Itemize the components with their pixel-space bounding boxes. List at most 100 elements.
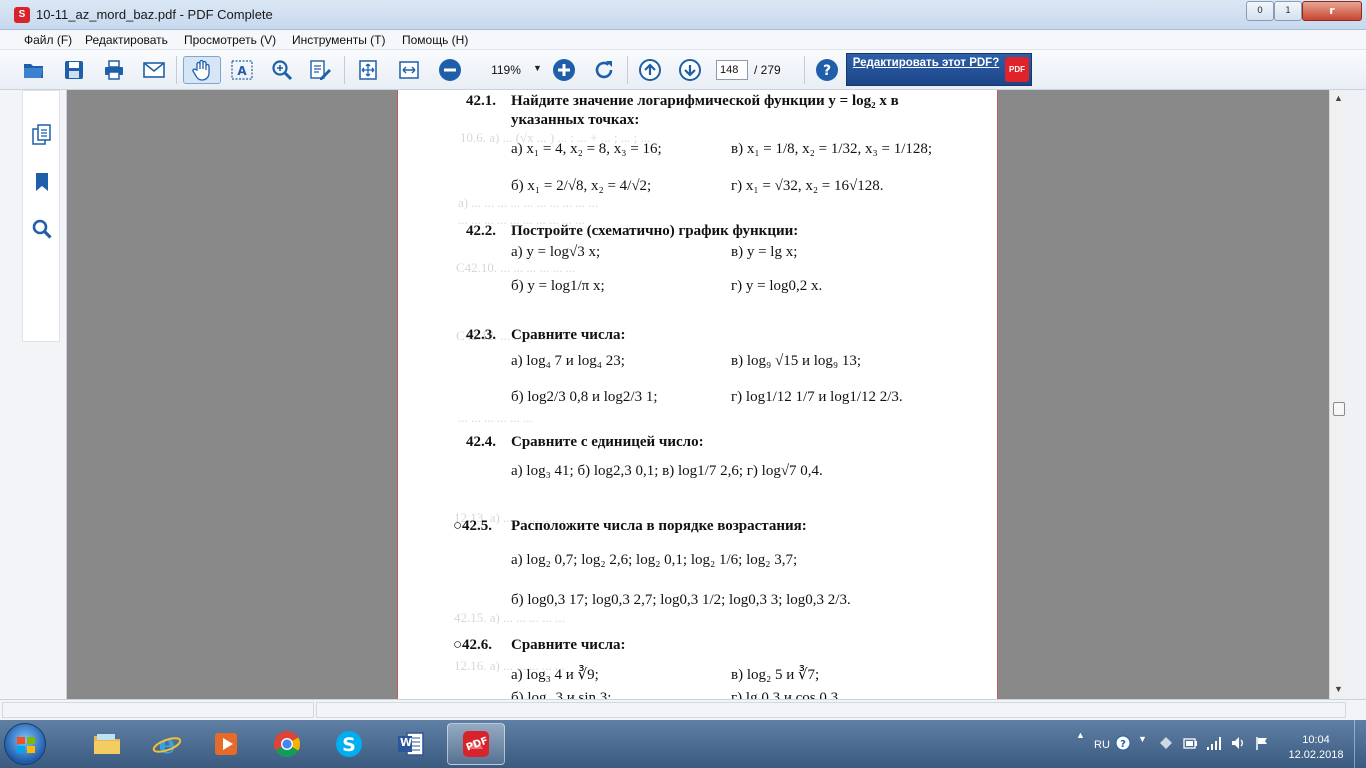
exercise-number: 42.4. [466,434,496,450]
svg-text:?: ? [1120,739,1126,750]
next-page-icon[interactable] [676,56,704,84]
exercise-number: ○42.5. [453,518,493,534]
document-viewport[interactable]: 10.6. а) ... (√x ... ) ... : ... + ... ;… [67,90,1329,699]
problem-a: а) log₄ 7 и log₄ 23; [511,353,625,369]
notification-flag-icon[interactable] [1254,735,1270,754]
problem-g: г) y = log0,2 x. [731,278,823,294]
menu-tools[interactable]: Инструменты (T) [292,33,385,47]
left-sidebar [0,90,67,699]
tray-dropdown-icon[interactable]: ▼ [1138,734,1147,744]
menu-help[interactable]: Помощь (H) [402,33,468,47]
zoom-out-icon[interactable] [436,56,464,84]
skype-icon: S [336,731,362,757]
rotate-icon[interactable] [590,56,618,84]
problem-b: б) x₁ = 2/√8, x₂ = 4/√2; [511,178,652,194]
network-signal-icon[interactable] [1206,735,1222,754]
status-bar [0,699,1366,720]
exercise-title: Расположите числа в порядке возрастания: [511,518,807,534]
problem-b: б) log2/3 0,8 и log2/3 1; [511,389,658,405]
exercise-title: Найдите значение логарифмической функции… [511,93,899,109]
taskbar-skype[interactable]: S [320,723,378,765]
taskbar-chrome[interactable] [258,723,316,765]
menu-view[interactable]: Просмотреть (V) [184,33,276,47]
fit-width-icon[interactable] [395,56,423,84]
exercise-title: Сравните числа: [511,327,626,343]
media-player-icon [215,733,237,755]
email-icon[interactable] [140,56,168,84]
show-hidden-icons[interactable]: ▲ [1076,730,1085,740]
pages-thumbnail-icon[interactable] [31,124,53,146]
scroll-down-icon[interactable]: ▼ [1334,684,1343,694]
status-cell [2,702,314,718]
taskbar-media-player[interactable] [198,723,256,765]
pdf-page: 10.6. а) ... (√x ... ) ... : ... + ... ;… [397,90,998,699]
start-button[interactable] [4,723,46,765]
windows-logo-icon [17,737,35,753]
battery-icon[interactable] [1182,735,1198,754]
problem-b: б) y = log1/π x; [511,278,605,294]
menu-file[interactable]: Файл (F) [24,33,72,47]
select-text-icon[interactable]: A [228,56,256,84]
page-total: / 279 [754,63,781,77]
minimize-button[interactable]: 0 [1246,1,1274,21]
search-icon[interactable] [31,218,53,240]
exercise-title: Сравните числа: [511,637,626,653]
help-icon[interactable]: ? [813,56,841,84]
tray-app-icon[interactable] [1158,735,1174,754]
open-folder-icon[interactable] [20,56,48,84]
clock[interactable]: 10:04 12.02.2018 [1283,733,1349,763]
taskbar-explorer[interactable] [78,723,136,765]
problem-a: а) log₃ 4 и ∛9; [511,667,599,683]
problem-g: г) log1/12 1/7 и log1/12 2/3. [731,389,903,405]
show-desktop-button[interactable] [1354,720,1366,768]
problem-b: б) log0,3 17; log0,3 2,7; log0,3 1/2; lo… [511,592,851,608]
volume-icon[interactable] [1230,735,1246,754]
sidebar-panel [22,90,60,342]
fit-page-icon[interactable] [354,56,382,84]
exercise-title: Постройте (схематично) график функции: [511,223,799,239]
help-tray-icon[interactable]: ? [1115,735,1131,754]
scroll-thumb[interactable] [1333,402,1345,416]
scroll-up-icon[interactable]: ▲ [1334,93,1343,103]
maximize-button[interactable]: 1 [1274,1,1302,21]
svg-text:e: e [159,730,176,760]
problem-line: а) log₃ 41; б) log2,3 0,1; в) log1/7 2,6… [511,463,823,479]
exercise-number: 42.1. [466,93,496,109]
save-icon[interactable] [60,56,88,84]
close-button[interactable]: r [1302,1,1362,21]
edit-document-icon[interactable] [306,56,334,84]
title-bar: S 10-11_az_mord_baz.pdf - PDF Complete 0… [0,0,1366,30]
taskbar-pdf-complete[interactable]: PDF [447,723,505,765]
menu-bar: Файл (F) Редактировать Просмотреть (V) И… [0,30,1366,50]
print-icon[interactable] [100,56,128,84]
pdf-complete-app-icon: S [14,7,30,23]
vertical-scrollbar[interactable]: ▲ ▼ [1329,90,1347,699]
taskbar-word[interactable]: W [382,723,440,765]
zoom-level[interactable]: 119% [478,63,534,77]
word-glyph: W [400,736,413,749]
zoom-in-icon[interactable] [550,56,578,84]
language-indicator[interactable]: RU [1094,739,1110,751]
chrome-icon [274,731,301,758]
page-number-input[interactable]: 148 [716,60,748,80]
previous-page-icon[interactable] [636,56,664,84]
problem-v: в) x₁ = 1/8, x₂ = 1/32, x₃ = 1/128; [731,141,933,157]
problem-v: в) y = lg x; [731,244,798,260]
exercise-title-cont: указанных точках: [511,112,640,128]
zoom-dropdown-icon[interactable]: ▼ [533,63,542,73]
clock-time: 10:04 [1302,734,1330,746]
problem-g: г) x₁ = √32, x₂ = 16√128. [731,178,884,194]
folder-icon [94,734,120,754]
windows-taskbar: e S W PDF ▲ RU ? ▼ 10:04 12.02.2018 [0,720,1366,768]
clock-date: 12.02.2018 [1288,749,1344,761]
svg-text:A: A [237,64,247,78]
problem-v: в) log₂ 5 и ∛7; [731,667,820,683]
menu-edit[interactable]: Редактировать [85,33,168,47]
status-cell [316,702,1346,718]
promo-label: Редактировать этот PDF? [852,57,1000,69]
hand-tool-icon[interactable] [183,56,221,84]
taskbar-internet-explorer[interactable]: e [138,723,196,765]
bookmark-icon[interactable] [31,171,53,193]
zoom-tool-icon[interactable] [268,56,296,84]
edit-pdf-promo-button[interactable]: Редактировать этот PDF? PDF [846,53,1032,86]
